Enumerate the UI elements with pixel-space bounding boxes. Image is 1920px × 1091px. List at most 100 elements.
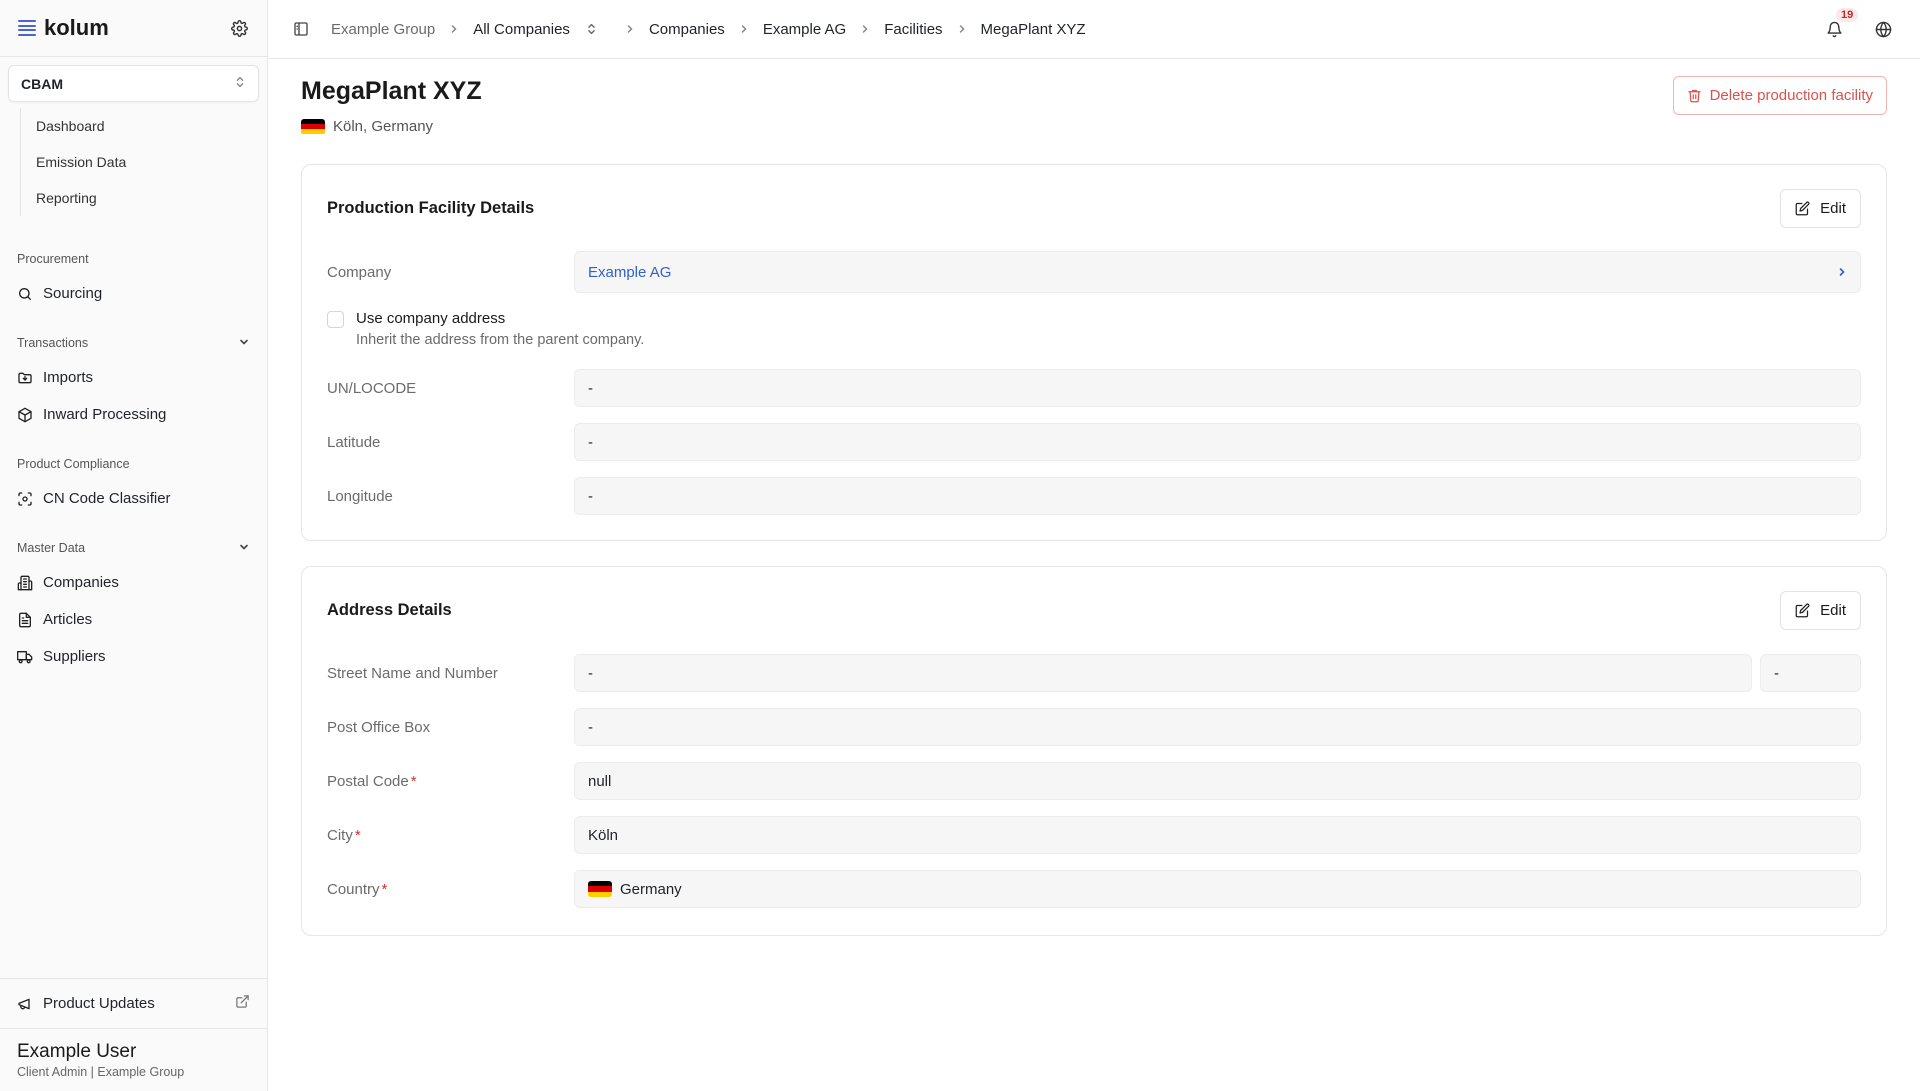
street-name-field: - <box>574 654 1752 692</box>
longitude-field: - <box>574 477 1861 515</box>
user-profile[interactable]: Example User Client Admin | Example Grou… <box>0 1028 267 1091</box>
breadcrumb-facilities[interactable]: Facilities <box>884 21 942 38</box>
company-field-row: Company Example AG <box>327 251 1861 293</box>
country-field: Germany <box>574 870 1861 908</box>
germany-flag-icon <box>301 118 325 135</box>
language-globe-icon[interactable] <box>1875 21 1892 38</box>
section-label-transactions[interactable]: Transactions <box>0 333 267 353</box>
country-label-text: Country <box>327 880 380 898</box>
street-number-field: - <box>1760 654 1861 692</box>
section-label-master-data[interactable]: Master Data <box>0 538 267 558</box>
sidebar-item-inward-processing[interactable]: Inward Processing <box>0 396 267 433</box>
facility-location: Köln, Germany <box>301 118 433 135</box>
chevron-up-down-icon <box>234 75 246 92</box>
unlocode-field: - <box>574 369 1861 407</box>
truck-icon <box>17 650 33 663</box>
chevron-up-down-icon[interactable] <box>586 22 597 36</box>
app-logo[interactable]: kolum <box>18 15 109 41</box>
chevron-down-icon[interactable] <box>238 541 250 556</box>
import-icon <box>18 372 32 383</box>
longitude-field-row: Longitude - <box>327 477 1861 515</box>
sidebar-item-label: Inward Processing <box>43 406 167 423</box>
trash-icon <box>1687 89 1701 103</box>
sidebar-item-label: Companies <box>43 574 119 591</box>
sidebar-toggle-icon[interactable] <box>293 21 309 37</box>
sidebar-item-companies[interactable]: Companies <box>0 564 267 601</box>
section-label-text: Product Compliance <box>17 457 130 471</box>
section-label-text: Master Data <box>17 541 86 555</box>
edit-icon <box>1795 603 1810 618</box>
sidebar-item-articles[interactable]: Articles <box>0 601 267 638</box>
unlocode-field-row: UN/LOCODE - <box>327 369 1861 407</box>
sidebar-section-master-data: Master Data Companies Articles Suppliers <box>0 538 267 675</box>
breadcrumb-current-page: MegaPlant XYZ <box>980 20 1086 38</box>
sidebar-section-procurement: Procurement Sourcing <box>0 249 267 312</box>
country-value: Germany <box>620 880 682 898</box>
street-field-row: Street Name and Number - - <box>327 654 1861 692</box>
scan-icon <box>18 491 32 506</box>
latitude-field: - <box>574 423 1861 461</box>
use-company-address-label: Use company address <box>356 310 506 327</box>
sidebar-item-label: Sourcing <box>43 285 103 302</box>
sidebar-item-label: Imports <box>43 369 94 386</box>
sidebar-item-label: Articles <box>43 611 93 628</box>
use-company-address-checkbox[interactable] <box>327 311 344 328</box>
main-content: MegaPlant XYZ Köln, Germany Delete produ… <box>301 59 1887 936</box>
topbar-actions: 19 <box>1826 7 1920 38</box>
use-company-address-row: Use company address Inherit the address … <box>327 310 644 348</box>
po-box-field-row: Post Office Box - <box>327 708 1861 746</box>
breadcrumb-example-group[interactable]: Example Group <box>331 21 435 38</box>
delete-facility-label: Delete production facility <box>1709 87 1873 104</box>
sidebar-item-cn-code-classifier[interactable]: CN Code Classifier <box>0 480 267 517</box>
breadcrumb-companies[interactable]: Companies <box>649 21 725 38</box>
postal-code-label-text: Postal Code <box>327 772 409 790</box>
page-header: MegaPlant XYZ Köln, Germany Delete produ… <box>301 59 1887 164</box>
section-label-procurement: Procurement <box>0 249 267 269</box>
required-marker: * <box>410 772 417 790</box>
city-field: Köln <box>574 816 1861 854</box>
breadcrumb-example-ag[interactable]: Example AG <box>763 21 846 38</box>
sidebar-item-label: CN Code Classifier <box>43 490 171 507</box>
facility-location-text: Köln, Germany <box>333 118 434 135</box>
longitude-label: Longitude <box>327 487 393 505</box>
delete-facility-button[interactable]: Delete production facility <box>1672 76 1887 115</box>
chevron-right-icon <box>957 24 967 34</box>
building-icon <box>17 575 33 590</box>
document-icon <box>19 612 31 627</box>
section-label-text: Procurement <box>17 252 89 266</box>
settings-gear-icon[interactable] <box>229 18 249 38</box>
sidebar-item-emission-data[interactable]: Emission Data <box>36 144 267 180</box>
edit-label: Edit <box>1820 602 1846 619</box>
module-selector[interactable]: CBAM <box>8 65 259 102</box>
product-updates-link[interactable]: Product Updates <box>0 978 267 1028</box>
breadcrumb: Example Group All Companies Companies Ex… <box>331 21 1086 38</box>
postal-code-label: Postal Code * <box>327 773 574 790</box>
edit-address-details-button[interactable]: Edit <box>1780 591 1861 630</box>
sidebar-item-sourcing[interactable]: Sourcing <box>0 275 267 312</box>
sidebar-item-suppliers[interactable]: Suppliers <box>0 638 267 675</box>
latitude-field-row: Latitude - <box>327 423 1861 461</box>
sidebar-footer: Product Updates Example User Client Admi… <box>0 978 267 1091</box>
company-link[interactable]: Example AG <box>574 251 1861 293</box>
chevron-right-icon <box>860 24 870 34</box>
company-label: Company <box>327 263 392 281</box>
chevron-right-icon <box>625 24 635 34</box>
facility-details-card: Production Facility Details Edit Company… <box>301 164 1887 541</box>
chevron-down-icon[interactable] <box>238 336 250 351</box>
company-value: Example AG <box>588 263 672 281</box>
notifications-button[interactable]: 19 <box>1826 7 1859 38</box>
breadcrumb-all-companies[interactable]: All Companies <box>473 21 570 38</box>
sidebar-item-imports[interactable]: Imports <box>0 359 267 396</box>
use-company-address-help: Inherit the address from the parent comp… <box>356 332 645 348</box>
logo-text: kolum <box>44 15 109 40</box>
sidebar-item-dashboard[interactable]: Dashboard <box>36 108 267 144</box>
facility-details-title: Production Facility Details <box>327 199 535 217</box>
sidebar-header: kolum <box>0 0 267 57</box>
country-field-row: Country * Germany <box>327 870 1861 908</box>
section-label-text: Transactions <box>17 336 89 350</box>
required-marker: * <box>354 826 361 844</box>
edit-facility-details-button[interactable]: Edit <box>1780 189 1861 228</box>
notification-count-badge: 19 <box>1836 7 1859 22</box>
address-details-card: Address Details Edit Street Name and Num… <box>301 566 1887 936</box>
sidebar-item-reporting[interactable]: Reporting <box>36 180 267 216</box>
